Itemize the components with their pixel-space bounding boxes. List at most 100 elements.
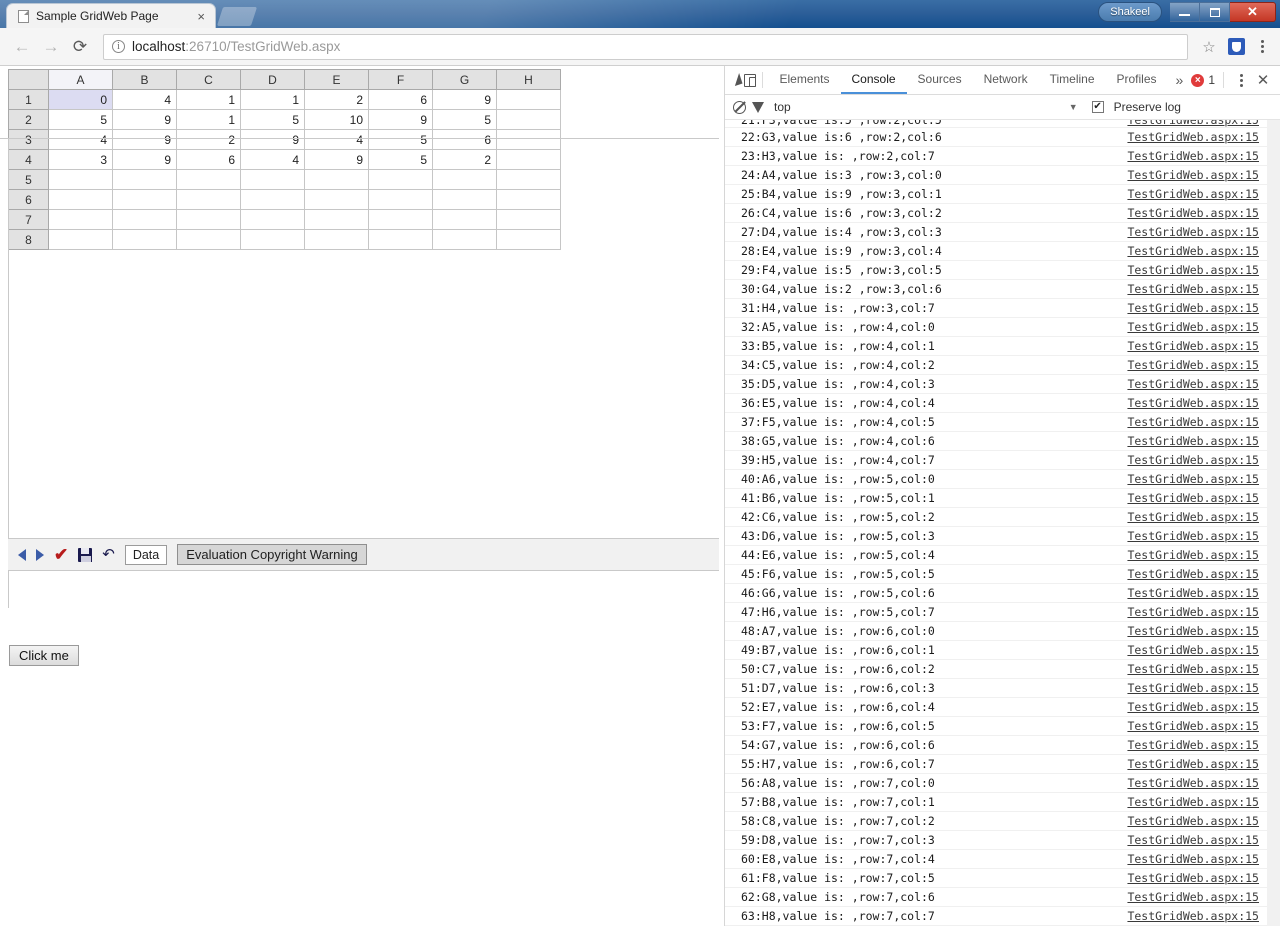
console-source-link[interactable]: TestGridWeb.aspx:15 (1127, 339, 1267, 353)
scroll-up-icon[interactable] (1270, 124, 1278, 129)
grid-cell-c7[interactable] (176, 209, 241, 230)
sheet-tab-data[interactable]: Data (124, 544, 168, 565)
console-source-link[interactable]: TestGridWeb.aspx:15 (1127, 301, 1267, 315)
grid-cell-g6[interactable] (432, 189, 497, 210)
grid-cell-f5[interactable] (368, 169, 433, 190)
clear-console-icon[interactable] (733, 100, 746, 114)
grid-row-header-3[interactable]: 3 (8, 129, 49, 150)
grid-cell-b6[interactable] (112, 189, 177, 210)
grid-column-header-e[interactable]: E (304, 69, 369, 90)
console-source-link[interactable]: TestGridWeb.aspx:15 (1127, 510, 1267, 524)
grid-cell-e7[interactable] (304, 209, 369, 230)
console-source-link[interactable]: TestGridWeb.aspx:15 (1127, 120, 1267, 127)
grid-cell-d4[interactable]: 4 (240, 149, 305, 170)
grid-column-header-d[interactable]: D (240, 69, 305, 90)
grid-column-header-b[interactable]: B (112, 69, 177, 90)
chevron-down-icon[interactable]: ▼ (1069, 102, 1078, 112)
console-scrollbar[interactable] (1267, 120, 1280, 926)
console-source-link[interactable]: TestGridWeb.aspx:15 (1127, 833, 1267, 847)
console-source-link[interactable]: TestGridWeb.aspx:15 (1127, 567, 1267, 581)
grid-cell-a6[interactable] (48, 189, 113, 210)
grid-cell-d7[interactable] (240, 209, 305, 230)
grid-column-header-h[interactable]: H (496, 69, 561, 90)
devtools-tab-elements[interactable]: Elements (768, 66, 840, 94)
grid-column-header-f[interactable]: F (368, 69, 433, 90)
console-source-link[interactable]: TestGridWeb.aspx:15 (1127, 396, 1267, 410)
grid-cell-c4[interactable]: 6 (176, 149, 241, 170)
prev-sheet-icon[interactable] (18, 548, 26, 561)
more-tabs-icon[interactable]: » (1168, 72, 1192, 88)
console-source-link[interactable]: TestGridWeb.aspx:15 (1127, 586, 1267, 600)
grid-cell-h4[interactable] (496, 149, 561, 170)
grid-corner-cell[interactable] (8, 69, 49, 90)
grid-cell-g8[interactable] (432, 229, 497, 250)
console-source-link[interactable]: TestGridWeb.aspx:15 (1127, 472, 1267, 486)
spreadsheet-grid[interactable]: ABCDEFGH 1 0 4 1 1 2 6 9 2 5 9 1 5 10 9 5 3 4 9 2 9 4 5 6 4 3 9 6 4 9… (8, 69, 561, 250)
grid-cell-c2[interactable]: 1 (176, 109, 241, 130)
grid-cell-f6[interactable] (368, 189, 433, 210)
maximize-button[interactable] (1200, 2, 1230, 22)
filter-icon[interactable] (752, 101, 764, 113)
click-me-button[interactable]: Click me (9, 645, 79, 666)
console-source-link[interactable]: TestGridWeb.aspx:15 (1127, 434, 1267, 448)
grid-cell-a3[interactable]: 4 (48, 129, 113, 150)
browser-tab[interactable]: Sample GridWeb Page × (6, 3, 216, 28)
console-source-link[interactable]: TestGridWeb.aspx:15 (1127, 282, 1267, 296)
grid-cell-h2[interactable] (496, 109, 561, 130)
grid-cell-a4[interactable]: 3 (48, 149, 113, 170)
console-source-link[interactable]: TestGridWeb.aspx:15 (1127, 548, 1267, 562)
grid-cell-d8[interactable] (240, 229, 305, 250)
console-source-link[interactable]: TestGridWeb.aspx:15 (1127, 415, 1267, 429)
grid-cell-e1[interactable]: 2 (304, 89, 369, 110)
grid-row-header-2[interactable]: 2 (8, 109, 49, 130)
grid-cell-e5[interactable] (304, 169, 369, 190)
devtools-tab-timeline[interactable]: Timeline (1039, 66, 1106, 94)
grid-row-header-1[interactable]: 1 (8, 89, 49, 110)
console-source-link[interactable]: TestGridWeb.aspx:15 (1127, 719, 1267, 733)
console-source-link[interactable]: TestGridWeb.aspx:15 (1127, 168, 1267, 182)
grid-cell-c5[interactable] (176, 169, 241, 190)
grid-cell-c6[interactable] (176, 189, 241, 210)
console-source-link[interactable]: TestGridWeb.aspx:15 (1127, 757, 1267, 771)
grid-cell-a5[interactable] (48, 169, 113, 190)
grid-column-header-c[interactable]: C (176, 69, 241, 90)
grid-cell-b4[interactable]: 9 (112, 149, 177, 170)
grid-cell-e6[interactable] (304, 189, 369, 210)
grid-cell-b8[interactable] (112, 229, 177, 250)
console-source-link[interactable]: TestGridWeb.aspx:15 (1127, 871, 1267, 885)
grid-cell-f1[interactable]: 6 (368, 89, 433, 110)
user-profile-badge[interactable]: Shakeel (1098, 2, 1162, 22)
grid-row-header-4[interactable]: 4 (8, 149, 49, 170)
devtools-menu-icon[interactable] (1232, 72, 1250, 89)
console-source-link[interactable]: TestGridWeb.aspx:15 (1127, 206, 1267, 220)
grid-cell-g1[interactable]: 9 (432, 89, 497, 110)
grid-cell-h3[interactable] (496, 129, 561, 150)
grid-cell-a1[interactable]: 0 (48, 89, 113, 110)
console-source-link[interactable]: TestGridWeb.aspx:15 (1127, 263, 1267, 277)
grid-cell-d1[interactable]: 1 (240, 89, 305, 110)
console-source-link[interactable]: TestGridWeb.aspx:15 (1127, 529, 1267, 543)
grid-cell-c8[interactable] (176, 229, 241, 250)
grid-cell-e3[interactable]: 4 (304, 129, 369, 150)
grid-cell-e4[interactable]: 9 (304, 149, 369, 170)
grid-cell-c1[interactable]: 1 (176, 89, 241, 110)
toggle-device-toolbar-button[interactable] (744, 68, 757, 92)
console-source-link[interactable]: TestGridWeb.aspx:15 (1127, 776, 1267, 790)
devtools-tab-console[interactable]: Console (840, 66, 907, 94)
error-count-badge[interactable]: × 1 (1191, 73, 1215, 87)
grid-cell-g7[interactable] (432, 209, 497, 230)
grid-cell-b7[interactable] (112, 209, 177, 230)
grid-row-header-8[interactable]: 8 (8, 229, 49, 250)
grid-cell-b3[interactable]: 9 (112, 129, 177, 150)
site-info-icon[interactable]: i (112, 40, 125, 53)
confirm-check-icon[interactable]: ✔ (54, 546, 68, 563)
grid-cell-d5[interactable] (240, 169, 305, 190)
grid-cell-b5[interactable] (112, 169, 177, 190)
grid-row-header-7[interactable]: 7 (8, 209, 49, 230)
grid-table[interactable]: ABCDEFGH 1 0 4 1 1 2 6 9 2 5 9 1 5 10 9 5 3 4 9 2 9 4 5 6 4 3 9 6 4 9… (8, 69, 561, 250)
devtools-tab-sources[interactable]: Sources (907, 66, 973, 94)
grid-cell-f8[interactable] (368, 229, 433, 250)
grid-cell-g5[interactable] (432, 169, 497, 190)
inspect-element-button[interactable] (733, 68, 744, 92)
console-source-link[interactable]: TestGridWeb.aspx:15 (1127, 814, 1267, 828)
